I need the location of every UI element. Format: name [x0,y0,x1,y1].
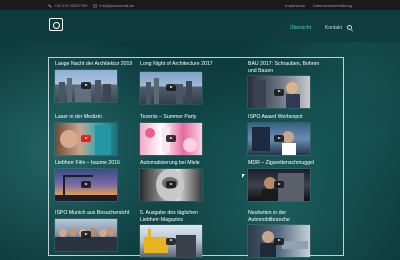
video-card[interactable]: BAU 2017: Schrauben, Bohren und Bauen [248,61,328,109]
video-card[interactable]: Automatisierung bei Miele [140,160,220,201]
video-thumbnail[interactable] [140,168,202,201]
video-card[interactable]: ISPO Award Werbespot [248,114,328,155]
play-button-icon[interactable] [81,181,91,189]
video-title: Automatisierung bei Miele [140,160,200,166]
play-button-icon[interactable] [274,237,284,245]
video-title: ISPO Award Werbespot [248,114,303,120]
video-title: Neuheiten in der Automobilbranche [248,210,290,223]
video-card[interactable]: MDR – Zigarettenschmuggel [248,160,328,201]
play-button-icon[interactable] [81,231,91,239]
top-bar: +49 176 22837769 info@panoramik.de Impre… [0,0,400,10]
video-thumbnail[interactable] [55,218,117,251]
play-button-icon[interactable] [274,181,284,189]
video-title: Tezenis – Summer Party [140,114,197,120]
youtube-play-icon[interactable] [81,135,91,143]
video-card[interactable]: Neuheiten in der Automobilbranche [248,210,328,258]
video-thumbnail[interactable] [248,225,310,258]
nav-item-uebersicht[interactable]: Übersicht [290,25,311,31]
video-thumbnail[interactable] [248,168,310,201]
video-card[interactable]: Lange Nacht der Architektur 2019 [55,61,135,102]
video-thumbnail[interactable] [55,69,117,102]
play-button-icon[interactable] [166,84,176,92]
envelope-icon [93,4,98,8]
video-card[interactable]: Long Night of Architecture 2017 [140,61,220,104]
play-button-icon[interactable] [166,135,176,143]
datenschutz-link[interactable]: Datenschutzerklärung [313,3,352,8]
phone-contact[interactable]: +49 176 22837769 [48,3,87,8]
play-button-icon[interactable] [274,135,284,143]
video-title: BAU 2017: Schrauben, Bohren und Bauen [248,61,320,74]
video-thumbnail[interactable] [248,122,310,155]
video-title: MDR – Zigarettenschmuggel [248,160,315,166]
video-card[interactable]: Laser in der Medizin [55,114,135,155]
impressum-link[interactable]: Impressum [285,3,305,8]
video-title: Lange Nacht der Architektur 2019 [55,61,133,67]
email-address: info@panoramik.de [99,3,135,8]
camera-logo-icon[interactable] [49,18,63,31]
video-title: Long Night of Architecture 2017 [140,61,213,67]
video-title: Liebherr Film – baume 2016 [55,160,120,166]
video-card[interactable]: Liebherr Film – baume 2016 [55,160,135,201]
video-card[interactable]: 5. Ausgabe des täglichen Liebherr-Magazi… [140,210,220,258]
video-thumbnail[interactable] [55,122,117,155]
video-title: Laser in der Medizin [55,114,102,120]
play-button-icon[interactable] [166,237,176,245]
play-button-icon[interactable] [81,82,91,90]
video-thumbnail[interactable] [140,225,202,258]
video-thumbnail[interactable] [248,76,310,109]
legal-links: Impressum Datenschutzerklärung [285,3,352,8]
phone-number: +49 176 22837769 [54,3,88,8]
mouse-cursor-icon [242,174,245,178]
phone-icon [48,4,52,8]
video-title: 5. Ausgabe des täglichen Liebherr-Magazi… [140,210,198,223]
nav-item-kontakt[interactable]: Kontakt [325,25,342,31]
play-button-icon[interactable] [166,181,176,189]
site-header: Übersicht Kontakt [0,10,400,42]
video-thumbnail[interactable] [140,122,202,155]
video-card[interactable]: Tezenis – Summer Party [140,114,220,155]
video-thumbnail[interactable] [140,71,202,104]
search-icon[interactable] [347,25,352,30]
video-thumbnail[interactable] [55,168,117,201]
contact-info: +49 176 22837769 info@panoramik.de [48,3,134,8]
email-contact[interactable]: info@panoramik.de [93,3,134,8]
video-card[interactable]: ISPO Munich aus Besuchersicht [55,210,135,251]
main-nav: Übersicht Kontakt [290,25,342,31]
video-title: ISPO Munich aus Besuchersicht [55,210,130,216]
play-button-icon[interactable] [274,88,284,96]
